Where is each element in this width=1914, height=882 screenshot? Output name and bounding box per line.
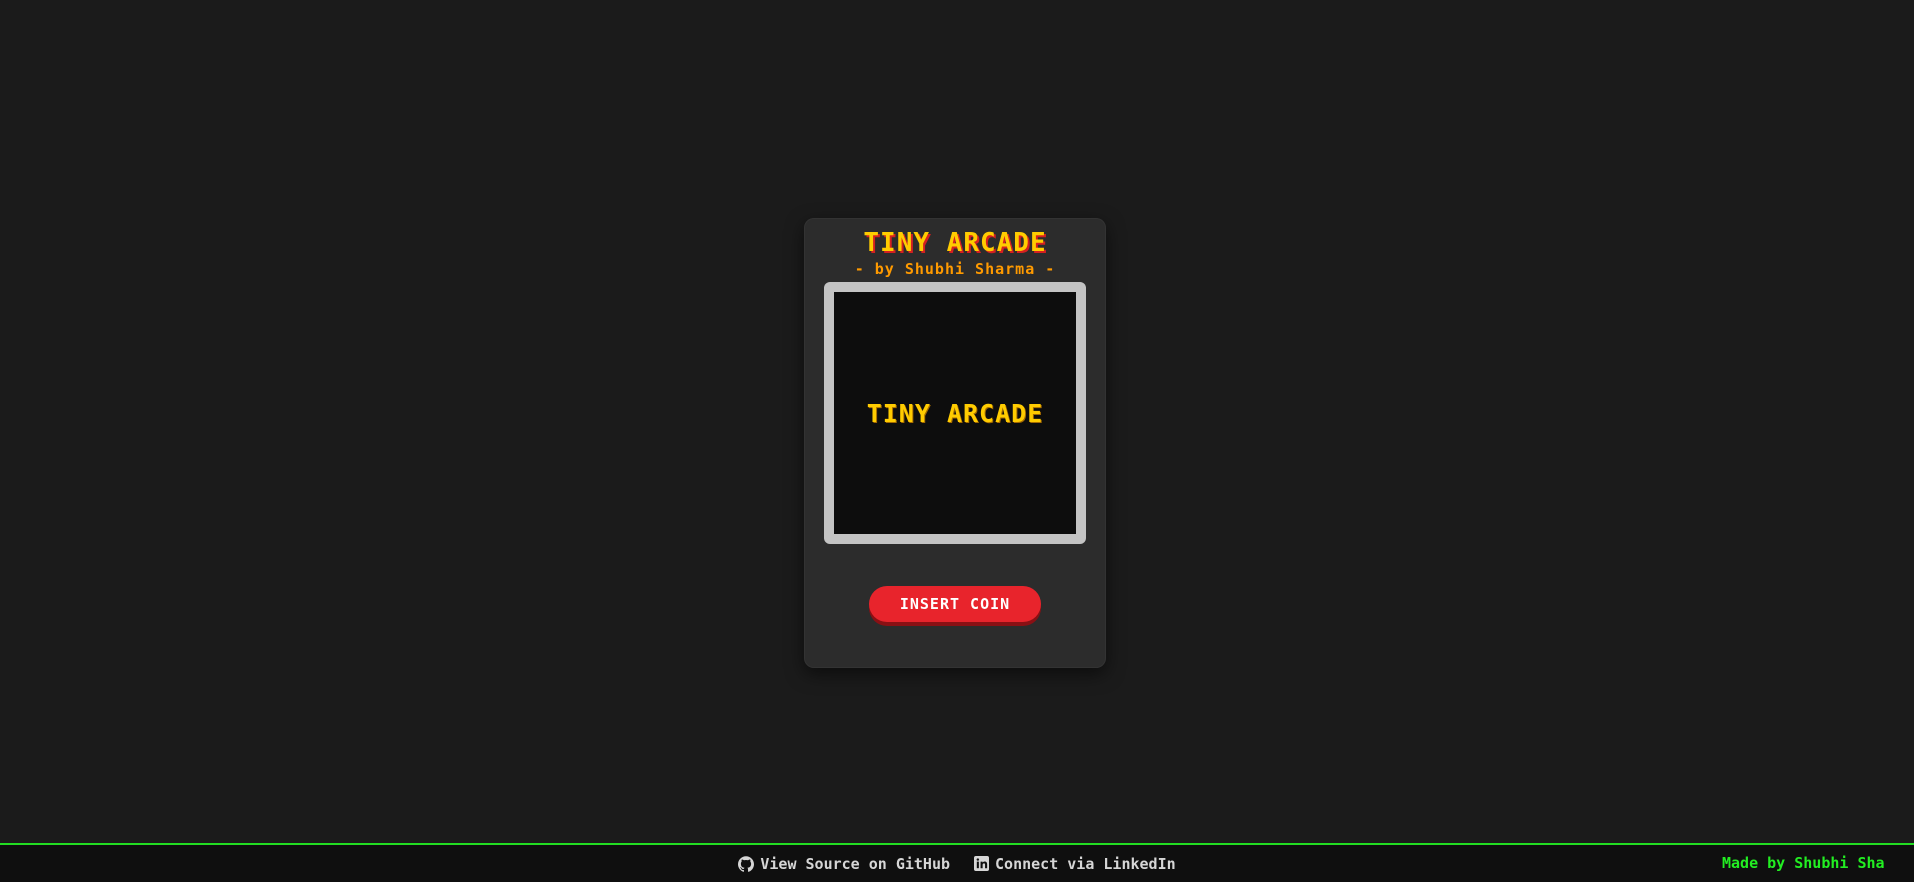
- arcade-stage: TINY ARCADE - by Shubhi Sharma - TINY AR…: [0, 0, 1914, 843]
- footer-links: View Source on GitHub Connect via Linked…: [0, 845, 1914, 882]
- game-screen[interactable]: TINY ARCADE: [834, 292, 1076, 534]
- cabinet-title: TINY ARCADE: [863, 228, 1047, 258]
- footer-bar: View Source on GitHub Connect via Linked…: [0, 843, 1914, 882]
- arcade-cabinet: TINY ARCADE - by Shubhi Sharma - TINY AR…: [804, 218, 1106, 668]
- linkedin-icon: [974, 856, 990, 871]
- screen-bezel: TINY ARCADE: [824, 282, 1086, 544]
- footer-marquee: Made by Shubhi Sha: [1722, 854, 1885, 872]
- insert-coin-button[interactable]: INSERT COIN: [869, 586, 1041, 622]
- github-link[interactable]: View Source on GitHub: [738, 855, 950, 873]
- linkedin-link[interactable]: Connect via LinkedIn: [974, 855, 1176, 873]
- linkedin-link-label: Connect via LinkedIn: [995, 854, 1176, 873]
- screen-title-text: TINY ARCADE: [866, 398, 1044, 428]
- cabinet-subtitle: - by Shubhi Sharma -: [854, 260, 1056, 278]
- github-icon: [738, 855, 755, 872]
- github-link-label: View Source on GitHub: [760, 854, 951, 873]
